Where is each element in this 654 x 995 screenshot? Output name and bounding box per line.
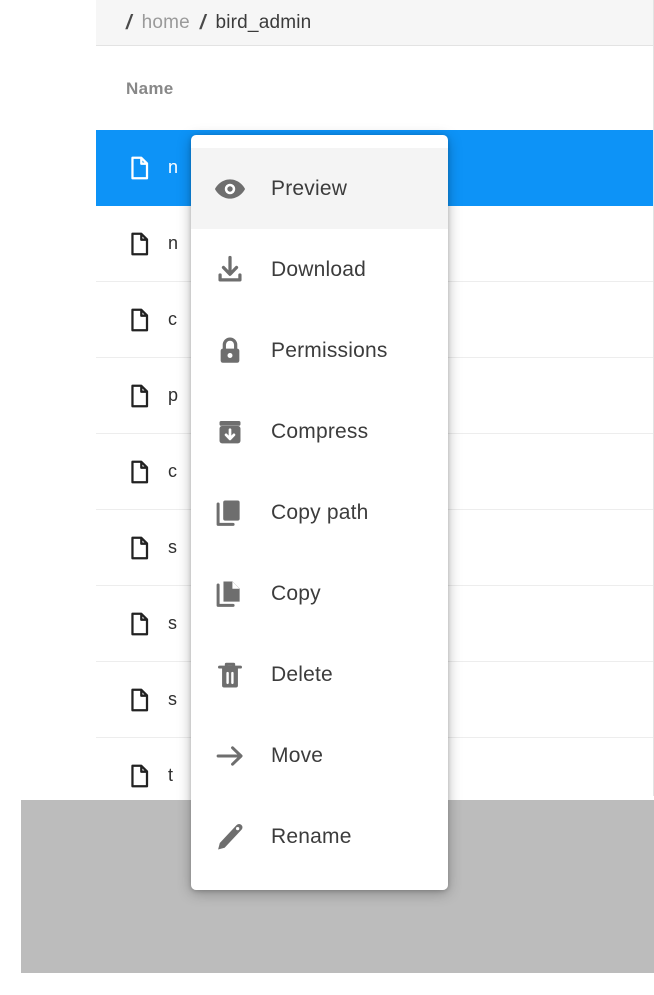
breadcrumb-item-bird-admin[interactable]: bird_admin (215, 12, 311, 34)
menu-item-label: Rename (271, 824, 352, 848)
menu-item-permissions[interactable]: Permissions (191, 310, 448, 391)
file-icon (126, 760, 154, 792)
file-context-menu: Preview Download Permissions Compress Copy p… (191, 135, 448, 890)
file-icon (126, 684, 154, 716)
download-icon (213, 253, 247, 287)
menu-item-copy[interactable]: Copy (191, 553, 448, 634)
menu-item-label: Move (271, 743, 324, 767)
pencil-icon (213, 820, 247, 854)
arrow-right-icon (213, 739, 247, 773)
menu-item-label: Compress (271, 419, 369, 443)
copy-file-icon (213, 577, 247, 611)
breadcrumb-item-home[interactable]: home (142, 12, 190, 34)
menu-item-copy-path[interactable]: Copy path (191, 472, 448, 553)
file-name: s (168, 689, 177, 709)
file-icon (126, 228, 154, 260)
file-name: s (168, 537, 177, 557)
file-list-header: Name (96, 47, 653, 130)
menu-item-rename[interactable]: Rename (191, 796, 448, 877)
file-icon (126, 532, 154, 564)
menu-item-move[interactable]: Move (191, 715, 448, 796)
file-icon (126, 152, 154, 184)
breadcrumb: / home / bird_admin (96, 0, 653, 46)
menu-item-label: Copy path (271, 500, 369, 524)
column-header-name[interactable]: Name (126, 79, 174, 99)
menu-item-preview[interactable]: Preview (191, 148, 448, 229)
menu-item-delete[interactable]: Delete (191, 634, 448, 715)
menu-item-compress[interactable]: Compress (191, 391, 448, 472)
eye-icon (213, 172, 247, 206)
file-icon (126, 608, 154, 640)
menu-item-label: Delete (271, 662, 333, 686)
menu-item-label: Download (271, 257, 366, 281)
archive-down-icon (213, 415, 247, 449)
menu-item-label: Preview (271, 176, 348, 200)
file-name: s (168, 613, 177, 633)
file-icon (126, 304, 154, 336)
breadcrumb-separator-root: / (126, 11, 132, 34)
file-name: n (168, 233, 179, 253)
file-icon (126, 456, 154, 488)
file-name: n (168, 157, 179, 177)
lock-icon (213, 334, 247, 368)
file-icon (126, 380, 154, 412)
menu-item-download[interactable]: Download (191, 229, 448, 310)
breadcrumb-separator-1: / (199, 11, 206, 34)
menu-item-label: Copy (271, 581, 321, 605)
trash-icon (213, 658, 247, 692)
file-name: c (168, 309, 177, 329)
copy-path-icon (213, 496, 247, 530)
file-name: t (168, 765, 174, 785)
file-name: p (168, 385, 179, 405)
file-name: c (168, 461, 177, 481)
menu-item-label: Permissions (271, 338, 388, 362)
